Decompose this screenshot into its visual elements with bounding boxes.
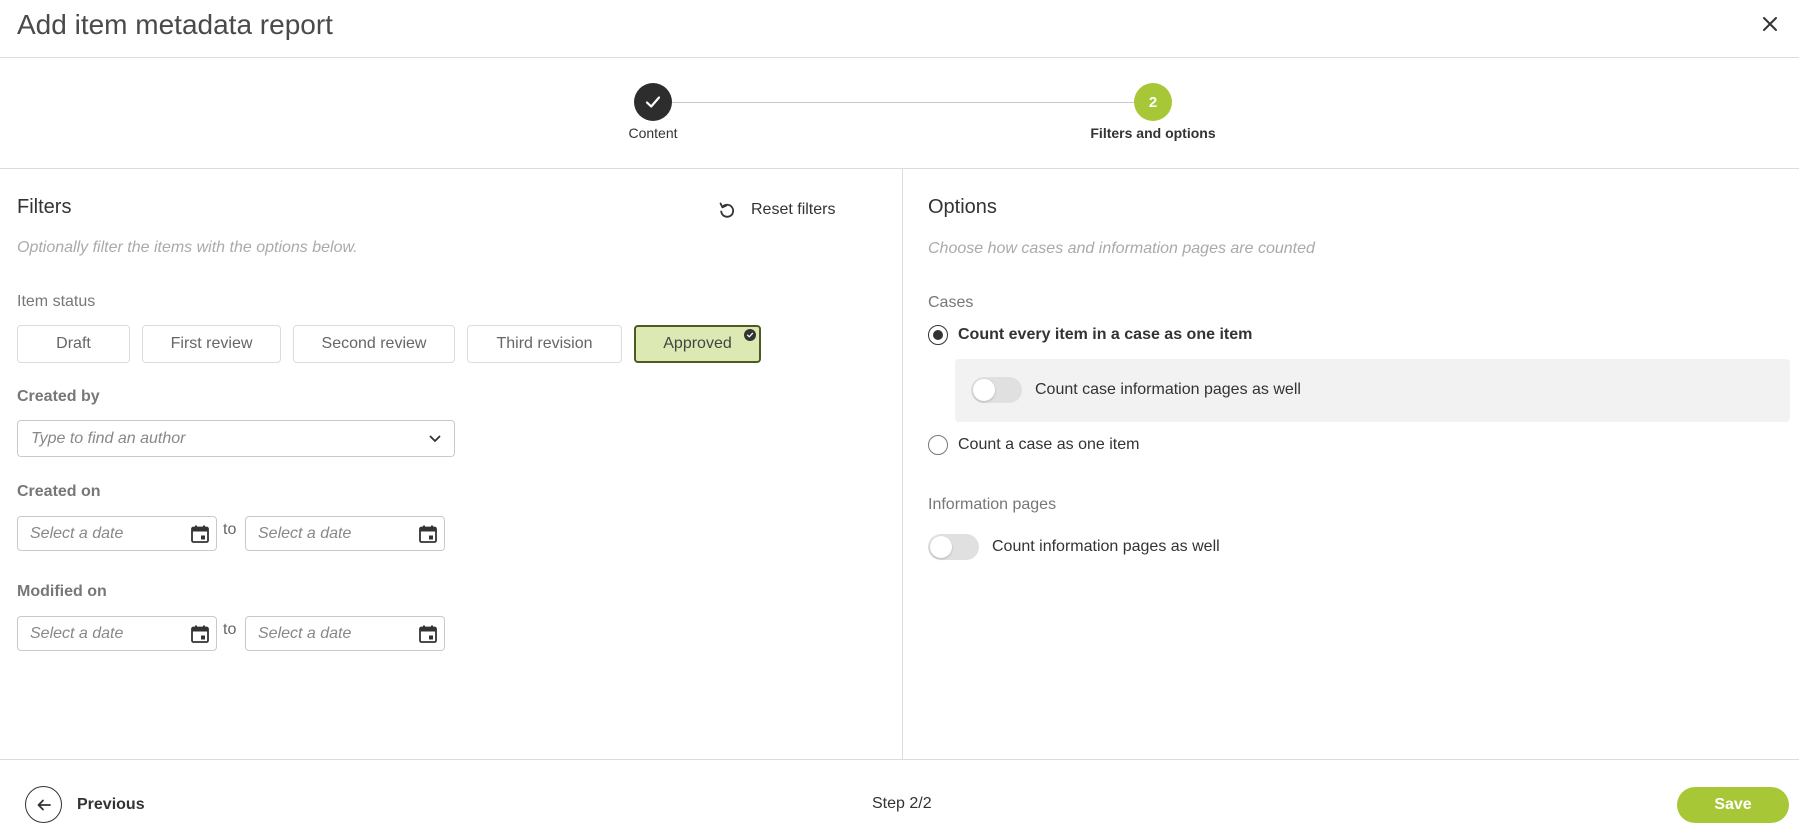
modified-on-to-input[interactable]: Select a date	[245, 616, 445, 651]
created-on-to-input[interactable]: Select a date	[245, 516, 445, 551]
reset-filters-label: Reset filters	[751, 201, 836, 218]
options-panel: Options Choose how cases and information…	[904, 169, 1799, 759]
radio-count-every-item[interactable]: Count every item in a case as one item	[928, 325, 1252, 345]
dialog-title: Add item metadata report	[17, 9, 333, 40]
modified-on-from-placeholder: Select a date	[30, 624, 124, 642]
save-button[interactable]: Save	[1677, 787, 1789, 823]
information-pages-label: Information pages	[928, 496, 1057, 513]
options-hint: Choose how cases and information pages a…	[928, 240, 1315, 257]
toggle-case-info-pages[interactable]: Count case information pages as well	[971, 377, 1301, 403]
previous-label: Previous	[77, 795, 145, 813]
step-filters-active: 2	[1134, 83, 1172, 121]
filters-panel: Filters Reset filters Optionally filter …	[0, 169, 903, 759]
filters-title: Filters	[17, 196, 72, 218]
arrow-left-icon	[25, 786, 62, 823]
modified-on-label: Modified on	[17, 583, 107, 600]
item-status-label: Item status	[17, 293, 96, 310]
calendar-icon[interactable]	[418, 624, 438, 644]
calendar-icon[interactable]	[190, 624, 210, 644]
status-chip-draft[interactable]: Draft	[17, 325, 130, 363]
status-chip-second-review[interactable]: Second review	[293, 325, 455, 363]
reset-filters-button[interactable]: Reset filters	[717, 200, 835, 220]
toggle-info-pages-label: Count information pages as well	[992, 538, 1220, 555]
calendar-icon[interactable]	[418, 524, 438, 544]
radio-count-every-item-label: Count every item in a case as one item	[958, 326, 1253, 343]
filters-hint: Optionally filter the items with the opt…	[17, 239, 358, 256]
reset-icon	[719, 202, 735, 218]
status-chip-third-revision[interactable]: Third revision	[467, 325, 622, 363]
created-on-to-placeholder: Select a date	[258, 524, 352, 542]
modified-on-to-text: to	[223, 621, 237, 638]
status-chip-approved-label: Approved	[663, 335, 732, 352]
created-on-to-text: to	[223, 521, 237, 538]
toggle-switch[interactable]	[971, 377, 1022, 403]
step-counter: Step 2/2	[872, 795, 932, 812]
checkmark-icon	[645, 96, 661, 108]
stepper-connector	[672, 102, 1153, 103]
dialog-footer: Previous Step 2/2 Save	[0, 759, 1799, 840]
radio-button[interactable]	[928, 435, 948, 455]
selected-check-icon	[744, 329, 756, 341]
created-on-from-input[interactable]: Select a date	[17, 516, 217, 551]
modified-on-to-placeholder: Select a date	[258, 624, 352, 642]
case-info-pages-box: Count case information pages as well	[955, 359, 1790, 422]
step-label-filters: Filters and options	[1090, 125, 1216, 141]
toggle-case-info-pages-label: Count case information pages as well	[1035, 381, 1301, 398]
created-on-label: Created on	[17, 483, 101, 500]
toggle-info-pages[interactable]: Count information pages as well	[928, 534, 1220, 560]
modified-on-from-input[interactable]: Select a date	[17, 616, 217, 651]
dialog-header: Add item metadata report	[0, 0, 1799, 58]
created-by-label: Created by	[17, 388, 100, 405]
author-select[interactable]: Type to find an author	[17, 420, 455, 457]
status-chip-first-review[interactable]: First review	[142, 325, 281, 363]
radio-button-selected[interactable]	[928, 325, 948, 345]
step-content-completed[interactable]	[634, 83, 672, 121]
step-label-content: Content	[628, 125, 678, 141]
calendar-icon[interactable]	[190, 524, 210, 544]
radio-count-case-one-item[interactable]: Count a case as one item	[928, 435, 1139, 455]
author-select-placeholder: Type to find an author	[31, 429, 186, 447]
options-title: Options	[928, 196, 997, 218]
status-chip-approved[interactable]: Approved	[634, 325, 761, 363]
cases-label: Cases	[928, 294, 974, 311]
close-icon[interactable]	[1756, 10, 1784, 38]
previous-button[interactable]: Previous	[25, 786, 145, 823]
created-on-from-placeholder: Select a date	[30, 524, 124, 542]
stepper: Content 2 Filters and options	[0, 58, 1799, 169]
chevron-down-icon	[429, 435, 441, 442]
toggle-switch[interactable]	[928, 534, 979, 560]
radio-count-case-one-item-label: Count a case as one item	[958, 436, 1140, 453]
